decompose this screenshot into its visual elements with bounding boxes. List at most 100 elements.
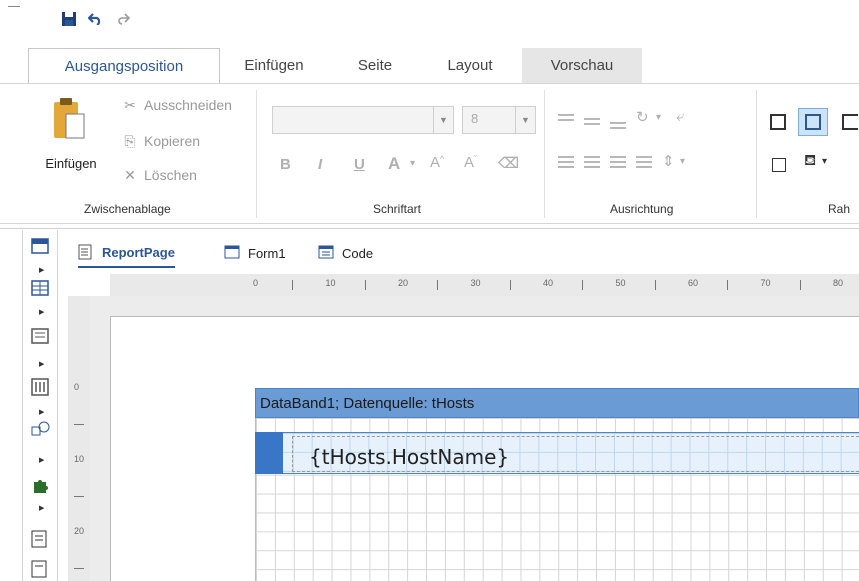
page-icon[interactable]	[31, 530, 51, 548]
grow-font-icon[interactable]: A^	[430, 154, 444, 171]
ruler-tick	[74, 496, 84, 497]
font-family-combo[interactable]: ▼	[272, 106, 454, 134]
tab-reportpage[interactable]: ReportPage	[78, 238, 175, 268]
fill-bucket-icon[interactable]: ⛾	[804, 152, 816, 171]
rotate-icon[interactable]: ↻	[636, 108, 649, 126]
eraser-icon[interactable]: ⌫	[498, 154, 519, 172]
tab-ausgangsposition[interactable]: Ausgangsposition	[28, 48, 220, 84]
ruler-number: 60	[688, 278, 699, 288]
list-icon[interactable]	[31, 560, 51, 578]
copy-button[interactable]: ⎘ Kopieren	[120, 132, 200, 150]
chevron-right-icon[interactable]: ▶	[39, 504, 44, 512]
ruler-tick	[74, 568, 84, 569]
cut-button[interactable]: ✂ Ausschneiden	[120, 96, 232, 114]
ruler-number: 50	[615, 278, 626, 288]
tab-einfuegen[interactable]: Einfügen	[226, 48, 322, 84]
tab-form1[interactable]: Form1	[224, 238, 286, 268]
ruler-number: 0	[74, 382, 80, 392]
copy-label: Kopieren	[144, 133, 201, 149]
ruler-number: 80	[833, 278, 844, 288]
font-color-button[interactable]: A	[388, 154, 400, 174]
underline-button[interactable]: U	[354, 156, 365, 173]
chevron-down-icon: ▼	[515, 107, 535, 133]
bold-button[interactable]: B	[280, 156, 291, 173]
chevron-down-icon[interactable]: ▾	[680, 156, 685, 167]
group-label-border: Rah	[828, 202, 851, 216]
databand-title: DataBand1; Datenquelle: tHosts	[260, 395, 475, 412]
align-middle-icon[interactable]	[584, 118, 600, 130]
ruler-number: 40	[543, 278, 554, 288]
paste-button[interactable]: Einfügen	[36, 92, 106, 182]
copy-icon: ⎘	[124, 132, 136, 149]
tab-seite[interactable]: Seite	[340, 48, 410, 84]
ruler-number: 20	[398, 278, 409, 288]
hostname-field-text: {tHosts.HostName}	[309, 445, 510, 469]
ruler-tick	[799, 280, 801, 290]
align-bottom-icon[interactable]	[610, 122, 626, 134]
chevron-right-icon[interactable]: ▶	[39, 266, 44, 274]
ruler-tick	[437, 280, 439, 290]
paste-label: Einfügen	[45, 156, 97, 171]
align-right-icon[interactable]	[610, 156, 626, 168]
object-toolbar: ▶ ▶ ▶ ▶ ▶ ▶	[22, 230, 58, 581]
redo-icon[interactable]	[114, 10, 132, 28]
align-left-icon[interactable]	[558, 156, 574, 168]
barcode-icon[interactable]	[31, 378, 51, 396]
chevron-right-icon[interactable]: ▶	[39, 360, 44, 368]
italic-button[interactable]: I	[318, 156, 322, 173]
ruler-vertical: 0 10 20	[68, 296, 90, 581]
undo-icon[interactable]	[86, 10, 104, 28]
border-none-icon[interactable]	[770, 114, 786, 130]
chevron-right-icon[interactable]: ▶	[39, 308, 44, 316]
ribbon-bottom-line	[0, 228, 859, 229]
tab-vorschau[interactable]: Vorschau	[522, 48, 642, 84]
delete-button[interactable]: ✕ Löschen	[120, 166, 197, 184]
form-icon	[224, 245, 240, 261]
ribbon: Einfügen ✂ Ausschneiden ⎘ Kopieren ✕ Lös…	[0, 84, 859, 224]
plugin-puzzle-icon[interactable]	[31, 476, 51, 494]
ruler-number: 20	[74, 526, 85, 536]
group-label-font: Schriftart	[373, 202, 422, 216]
group-label-alignment: Ausrichtung	[610, 202, 674, 216]
tab-layout[interactable]: Layout	[428, 48, 512, 84]
ruler-number: 0	[253, 278, 259, 288]
databand-header[interactable]: DataBand1; Datenquelle: tHosts	[255, 388, 859, 418]
text-object-icon[interactable]	[31, 328, 51, 346]
code-icon	[318, 245, 334, 261]
hostname-field[interactable]: {tHosts.HostName}	[292, 436, 859, 472]
chevron-down-icon: ▼	[433, 107, 453, 133]
ruler-tick	[727, 280, 729, 290]
chevron-right-icon[interactable]: ▶	[39, 408, 44, 416]
chevron-down-icon[interactable]: ▾	[410, 158, 415, 169]
save-icon[interactable]	[60, 10, 78, 28]
ruler-number: 10	[325, 278, 336, 288]
align-top-icon[interactable]	[558, 114, 574, 126]
ruler-number: 30	[470, 278, 481, 288]
border-left-icon[interactable]	[842, 114, 858, 130]
band-icon[interactable]	[31, 238, 51, 256]
tab-code[interactable]: Code	[318, 238, 373, 268]
group-label-clipboard: Zwischenablage	[84, 202, 171, 216]
border-all-icon[interactable]	[798, 108, 828, 136]
chevron-down-icon[interactable]: ▾	[656, 112, 661, 123]
line-spacing-icon[interactable]: ⇕	[662, 152, 675, 170]
shapes-icon[interactable]	[31, 420, 51, 438]
border-outline-icon[interactable]	[772, 158, 786, 172]
align-center-icon[interactable]	[584, 156, 600, 168]
align-justify-icon[interactable]	[636, 156, 652, 168]
ribbon-tabs: Ausgangsposition Einfügen Seite Layout V…	[0, 48, 859, 84]
shrink-font-icon[interactable]: Aˇ	[464, 154, 477, 171]
window-menu-dash[interactable]	[8, 6, 20, 7]
chevron-right-icon[interactable]: ▶	[39, 456, 44, 464]
table-band-icon[interactable]	[31, 280, 51, 298]
font-size-value: 8	[471, 111, 479, 126]
quick-access-toolbar	[0, 0, 859, 40]
paste-icon	[52, 96, 86, 142]
tab-code-label: Code	[342, 245, 374, 261]
wrap-text-icon[interactable]: ⤶	[676, 108, 684, 125]
chevron-down-icon[interactable]: ▾	[822, 156, 827, 167]
ruler-tick	[74, 424, 84, 425]
tab-form1-label: Form1	[248, 245, 286, 261]
delete-label: Löschen	[144, 167, 197, 183]
font-size-combo[interactable]: 8 ▼	[462, 106, 536, 134]
